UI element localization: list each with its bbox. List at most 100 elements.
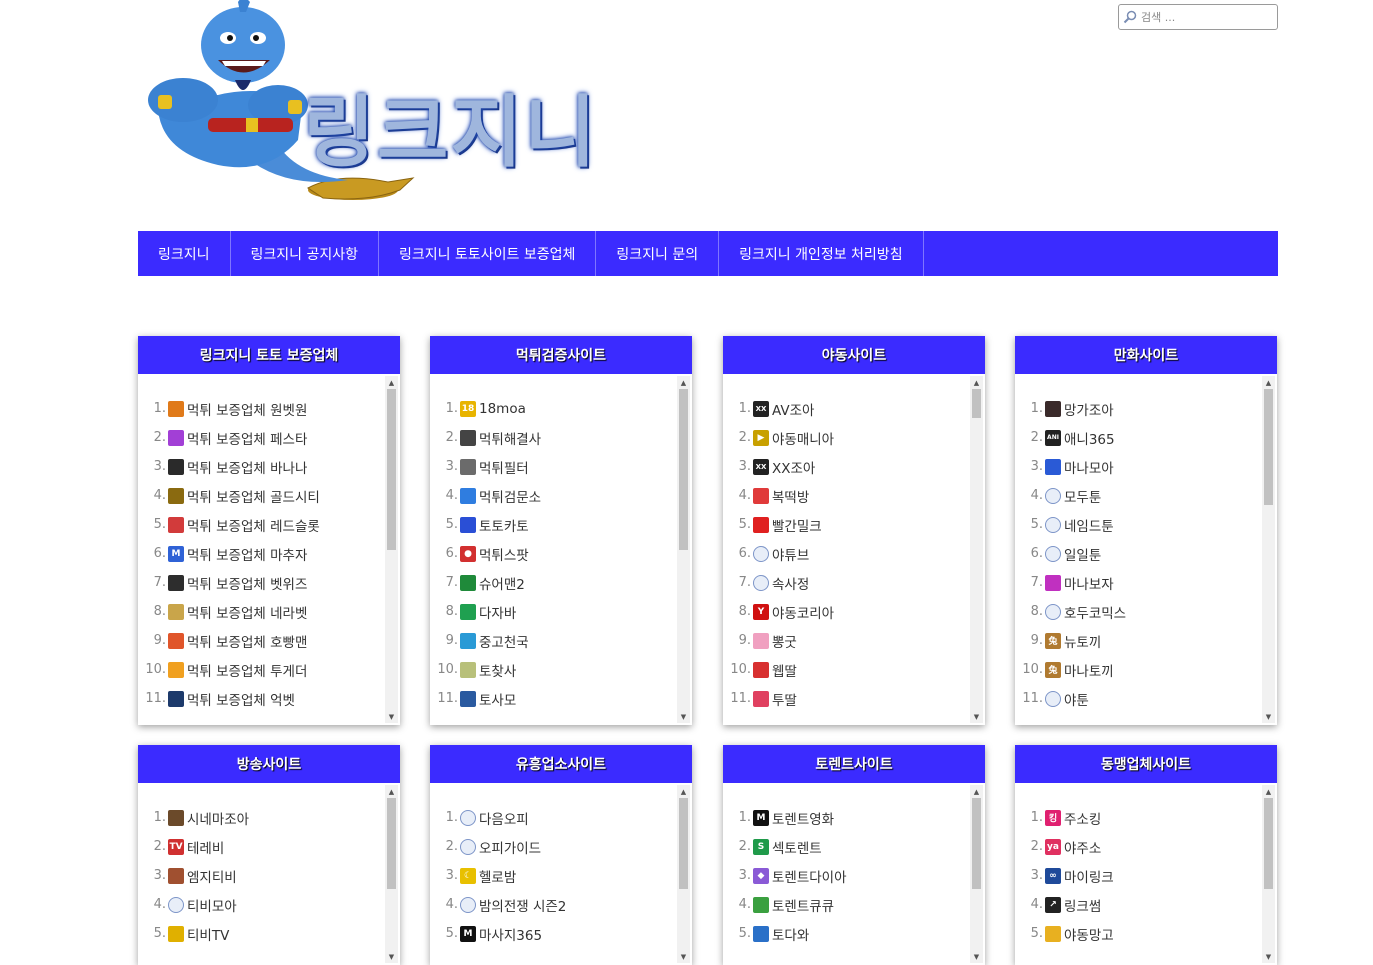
item-link[interactable]: 먹튀검문소 (479, 486, 541, 506)
list-item[interactable]: 4. 모두툰 (1015, 481, 1277, 510)
item-link[interactable]: 먹튀 보증업체 호빵맨 (187, 631, 307, 651)
scroll-thumb[interactable] (387, 389, 396, 550)
item-link[interactable]: 야주소 (1064, 837, 1101, 857)
item-link[interactable]: 토사모 (479, 689, 516, 709)
scroll-down-icon[interactable]: ▼ (677, 710, 690, 723)
scroll-down-icon[interactable]: ▼ (970, 950, 983, 963)
list-item[interactable]: 7. 속사정 (723, 568, 985, 597)
list-item[interactable]: 2. ANI 애니365 (1015, 423, 1277, 452)
list-item[interactable]: 7. 슈어맨2 (430, 568, 692, 597)
item-link[interactable]: 먹튀 보증업체 레드슬롯 (187, 515, 320, 535)
item-link[interactable]: 먹튀 보증업체 원벳원 (187, 399, 307, 419)
item-link[interactable]: 야동망고 (1064, 924, 1114, 944)
scroll-thumb[interactable] (1264, 389, 1273, 505)
list-item[interactable]: 5. M 마사지365 (430, 919, 692, 948)
list-item[interactable]: 1. 시네마조아 (138, 803, 400, 832)
item-link[interactable]: 중고천국 (479, 631, 529, 651)
scrollbar[interactable]: ▲ ▼ (970, 785, 983, 963)
item-link[interactable]: 티비모아 (187, 895, 237, 915)
list-item[interactable]: 9. 뽕굿 (723, 626, 985, 655)
item-link[interactable]: 헬로밤 (479, 866, 516, 886)
search-input[interactable] (1141, 10, 1267, 24)
list-item[interactable]: 6. M 먹튀 보증업체 마추자 (138, 539, 400, 568)
list-item[interactable]: 3. 먹튀필터 (430, 452, 692, 481)
scrollbar[interactable]: ▲ ▼ (385, 376, 398, 723)
scroll-thumb[interactable] (972, 798, 981, 889)
item-link[interactable]: 야툰 (1064, 689, 1089, 709)
list-item[interactable]: 4. 먹튀검문소 (430, 481, 692, 510)
list-item[interactable]: 10. 토찾사 (430, 655, 692, 684)
item-link[interactable]: 토렌트다이아 (772, 866, 847, 886)
scrollbar[interactable]: ▲ ▼ (1262, 785, 1275, 963)
item-link[interactable]: 먹튀해결사 (479, 428, 541, 448)
scroll-up-icon[interactable]: ▲ (385, 376, 398, 389)
item-link[interactable]: 먹튀 보증업체 투게더 (187, 660, 307, 680)
item-link[interactable]: 뉴토끼 (1064, 631, 1101, 651)
item-link[interactable]: 먹튀 보증업체 벳위즈 (187, 573, 307, 593)
scroll-thumb[interactable] (972, 389, 981, 418)
scroll-thumb[interactable] (1264, 798, 1273, 889)
list-item[interactable]: 6. 야튜브 (723, 539, 985, 568)
item-link[interactable]: 야동매니아 (772, 428, 834, 448)
item-link[interactable]: 빨간밀크 (772, 515, 822, 535)
item-link[interactable]: 먹튀 보증업체 페스타 (187, 428, 307, 448)
item-link[interactable]: 토찾사 (479, 660, 516, 680)
list-item[interactable]: 8. 호두코믹스 (1015, 597, 1277, 626)
item-link[interactable]: 망가조아 (1064, 399, 1114, 419)
list-item[interactable]: 6. ● 먹튀스팟 (430, 539, 692, 568)
list-item[interactable]: 1. 먹튀 보증업체 원벳원 (138, 394, 400, 423)
item-link[interactable]: 주소킹 (1064, 808, 1101, 828)
item-link[interactable]: 토렌트큐큐 (772, 895, 834, 915)
item-link[interactable]: 오피가이드 (479, 837, 541, 857)
list-item[interactable]: 10. 먹튀 보증업체 투게더 (138, 655, 400, 684)
site-logo[interactable]: 링크지니 (138, 0, 608, 215)
list-item[interactable]: 5. 빨간밀크 (723, 510, 985, 539)
nav-contact[interactable]: 링크지니 문의 (596, 231, 720, 276)
list-item[interactable]: 11. 야툰 (1015, 684, 1277, 713)
list-item[interactable]: 7. 마나보자 (1015, 568, 1277, 597)
item-link[interactable]: 뽕굿 (772, 631, 797, 651)
item-link[interactable]: 복떡방 (772, 486, 809, 506)
list-item[interactable]: 3. 마나모아 (1015, 452, 1277, 481)
item-link[interactable]: 링크썸 (1064, 895, 1101, 915)
item-link[interactable]: 일일툰 (1064, 544, 1101, 564)
list-item[interactable]: 11. 먹튀 보증업체 억벳 (138, 684, 400, 713)
search-box[interactable] (1118, 4, 1278, 30)
scroll-down-icon[interactable]: ▼ (1262, 950, 1275, 963)
list-item[interactable]: 3. ∞ 마이링크 (1015, 861, 1277, 890)
list-item[interactable]: 4. 밤의전쟁 시즌2 (430, 890, 692, 919)
nav-privacy[interactable]: 링크지니 개인정보 처리방침 (719, 231, 924, 276)
list-item[interactable]: 2. S 섹토렌트 (723, 832, 985, 861)
item-link[interactable]: 먹튀스팟 (479, 544, 529, 564)
list-item[interactable]: 3. 엠지티비 (138, 861, 400, 890)
list-item[interactable]: 3. 먹튀 보증업체 바나나 (138, 452, 400, 481)
scroll-up-icon[interactable]: ▲ (970, 376, 983, 389)
item-link[interactable]: 야동코리아 (772, 602, 834, 622)
item-link[interactable]: 모두툰 (1064, 486, 1101, 506)
item-link[interactable]: 토토카토 (479, 515, 529, 535)
list-item[interactable]: 4. 복떡방 (723, 481, 985, 510)
list-item[interactable]: 3. ◆ 토렌트다이아 (723, 861, 985, 890)
scroll-up-icon[interactable]: ▲ (1262, 376, 1275, 389)
item-link[interactable]: 다음오피 (479, 808, 529, 828)
list-item[interactable]: 5. 야동망고 (1015, 919, 1277, 948)
scrollbar[interactable]: ▲ ▼ (970, 376, 983, 723)
scrollbar[interactable]: ▲ ▼ (385, 785, 398, 963)
item-link[interactable]: 야튜브 (772, 544, 809, 564)
list-item[interactable]: 5. 토토카토 (430, 510, 692, 539)
item-link[interactable]: AV조아 (772, 399, 814, 419)
item-link[interactable]: 먹튀 보증업체 네라벳 (187, 602, 307, 622)
item-link[interactable]: XX조아 (772, 457, 815, 477)
item-link[interactable]: 먹튀 보증업체 억벳 (187, 689, 295, 709)
scroll-up-icon[interactable]: ▲ (385, 785, 398, 798)
list-item[interactable]: 10. 웹딸 (723, 655, 985, 684)
item-link[interactable]: 슈어맨2 (479, 573, 525, 593)
item-link[interactable]: 투딸 (772, 689, 797, 709)
list-item[interactable]: 7. 먹튀 보증업체 벳위즈 (138, 568, 400, 597)
item-link[interactable]: 티비TV (187, 924, 229, 944)
item-link[interactable]: 마이링크 (1064, 866, 1114, 886)
list-item[interactable]: 8. 다자바 (430, 597, 692, 626)
scroll-down-icon[interactable]: ▼ (1262, 710, 1275, 723)
scroll-thumb[interactable] (387, 798, 396, 889)
nav-notice[interactable]: 링크지니 공지사항 (231, 231, 380, 276)
